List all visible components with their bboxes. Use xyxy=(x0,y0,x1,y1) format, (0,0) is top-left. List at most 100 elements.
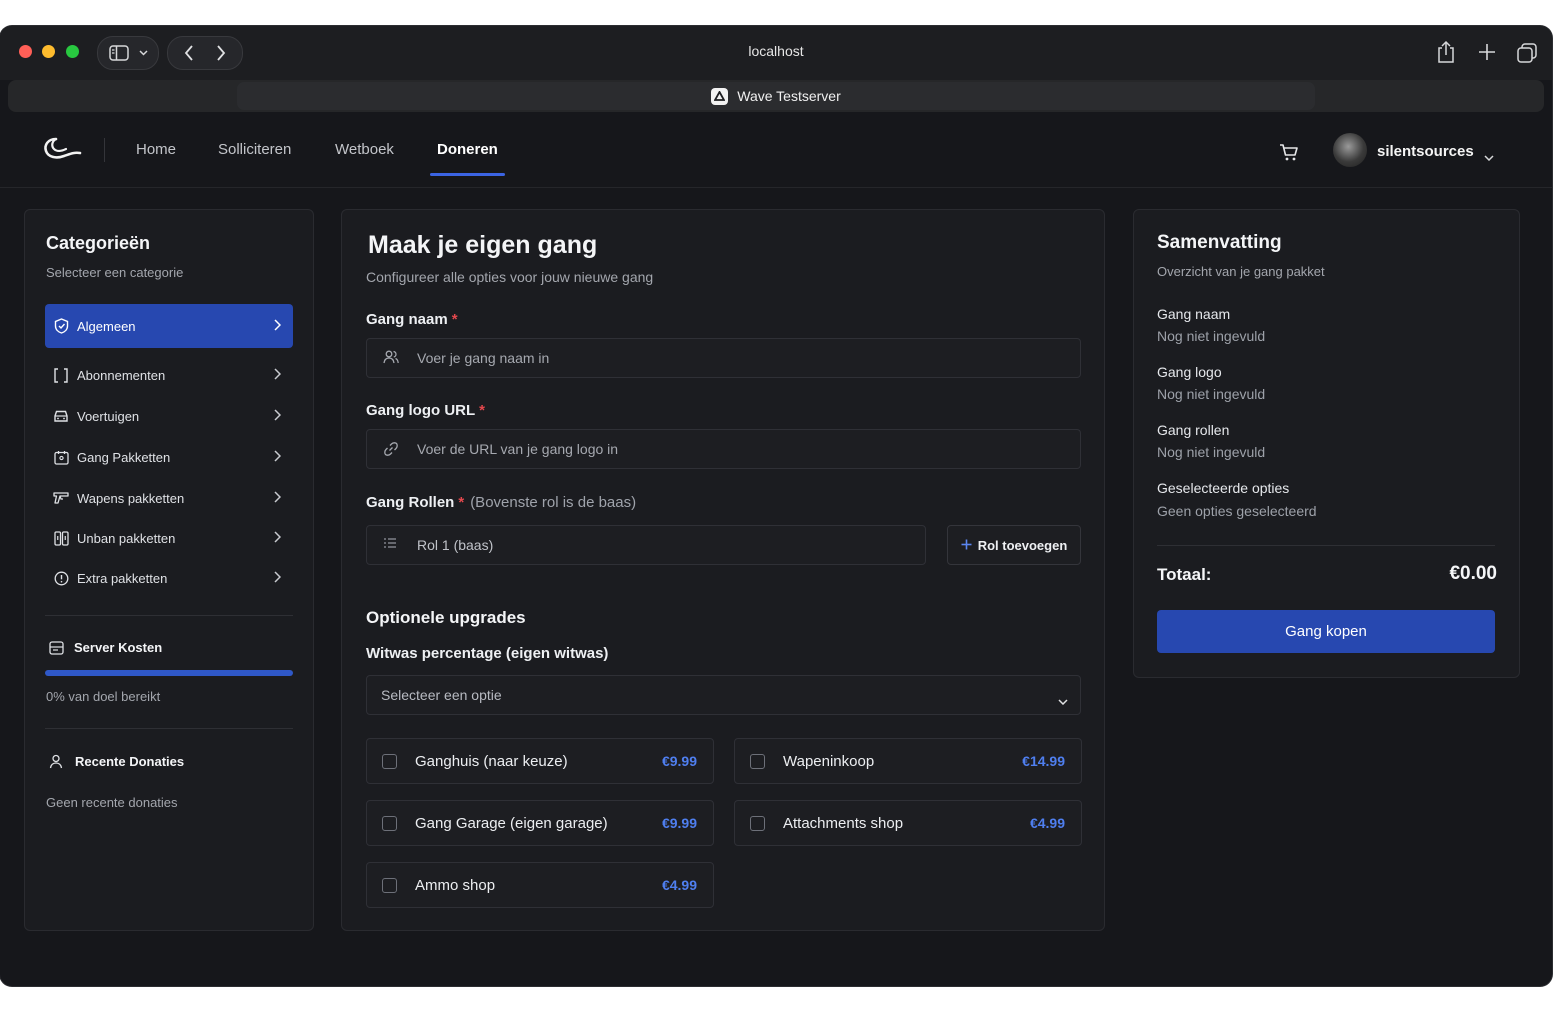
active-tab[interactable]: Wave Testserver xyxy=(237,82,1315,110)
witwas-select[interactable]: Selecteer een optie xyxy=(366,675,1081,715)
calendar-users-icon xyxy=(53,449,69,465)
gang-logo-label: Gang logo URL * xyxy=(366,402,485,419)
role-1-input[interactable]: Rol 1 (baas) xyxy=(366,525,926,565)
chevron-right-icon xyxy=(274,319,282,334)
wave-logo[interactable] xyxy=(42,136,82,162)
required-marker: * xyxy=(479,402,485,419)
category-item-abonnementen[interactable]: Abonnementen xyxy=(45,353,293,397)
option-checkbox[interactable] xyxy=(750,753,765,769)
summary-row-value: Nog niet ingevuld xyxy=(1157,328,1266,344)
category-label: Unban pakketten xyxy=(77,530,176,546)
chevron-down-icon xyxy=(1058,692,1068,708)
chevron-right-icon xyxy=(274,531,282,546)
option-checkbox[interactable] xyxy=(382,753,397,769)
avatar[interactable] xyxy=(1333,133,1367,167)
users-icon xyxy=(49,754,64,774)
nav-link-solliciteren[interactable]: Solliciteren xyxy=(218,141,291,158)
category-item-wapens-pakketten[interactable]: Wapens pakketten xyxy=(45,476,293,520)
cart-icon[interactable] xyxy=(1278,141,1300,163)
option-price: €14.99 xyxy=(1022,753,1065,769)
chevron-right-icon xyxy=(274,368,282,383)
option-ganghuis[interactable]: Ganghuis (naar keuze) €9.99 xyxy=(366,738,714,784)
option-label: Ammo shop xyxy=(415,876,496,894)
option-wapeninkoop[interactable]: Wapeninkoop €14.99 xyxy=(734,738,1082,784)
summary-row-label: Geselecteerde opties xyxy=(1157,480,1290,496)
required-marker: * xyxy=(458,494,465,511)
divider xyxy=(1157,545,1495,546)
option-price: €9.99 xyxy=(661,753,697,769)
page-subtitle: Configureer alle opties voor jouw nieuwe… xyxy=(366,269,654,285)
summary-row-value: Nog niet ingevuld xyxy=(1157,444,1266,460)
categories-panel: Categorieën Selecteer een categorie Alge… xyxy=(24,209,314,931)
option-price: €4.99 xyxy=(661,877,697,893)
chevron-right-icon xyxy=(274,450,282,465)
categories-title: Categorieën xyxy=(46,233,151,253)
unlock-box-icon xyxy=(53,530,69,546)
chevron-right-icon xyxy=(274,491,282,506)
option-ammo-shop[interactable]: Ammo shop €4.99 xyxy=(366,862,714,908)
tab-overview-icon[interactable] xyxy=(1516,42,1538,64)
link-icon xyxy=(383,441,399,457)
divider xyxy=(45,728,293,729)
total-value: €0.00 xyxy=(1449,563,1497,584)
gang-name-label-text: Gang naam xyxy=(366,311,448,328)
option-checkbox[interactable] xyxy=(382,877,397,893)
gang-name-label: Gang naam * xyxy=(366,311,458,328)
chevron-right-icon xyxy=(274,409,282,424)
new-tab-icon[interactable] xyxy=(1477,42,1497,62)
share-icon[interactable] xyxy=(1435,40,1457,64)
gun-icon xyxy=(53,490,69,506)
nav-link-wetboek[interactable]: Wetboek xyxy=(335,141,394,158)
add-role-button[interactable]: Rol toevoegen xyxy=(947,525,1081,565)
category-label: Algemeen xyxy=(77,318,136,334)
summary-row-label: Gang naam xyxy=(1157,306,1231,322)
server-costs-progress-text: 0% van doel bereikt xyxy=(46,689,161,704)
category-item-gang-pakketten[interactable]: Gang Pakketten xyxy=(45,435,293,479)
gang-logo-url-input[interactable]: Voer de URL van je gang logo in xyxy=(366,429,1081,469)
summary-subtitle: Overzicht van je gang pakket xyxy=(1157,264,1325,279)
category-label: Voertuigen xyxy=(77,408,140,424)
option-checkbox[interactable] xyxy=(750,815,765,831)
chevron-right-icon xyxy=(274,571,282,586)
option-gang-garage[interactable]: Gang Garage (eigen garage) €9.99 xyxy=(366,800,714,846)
chevron-down-icon[interactable] xyxy=(1484,148,1494,166)
optional-upgrades-title: Optionele upgrades xyxy=(366,608,526,627)
option-checkbox[interactable] xyxy=(382,815,397,831)
option-attachments-shop[interactable]: Attachments shop €4.99 xyxy=(734,800,1082,846)
server-icon xyxy=(49,641,64,660)
category-item-extra-pakketten[interactable]: Extra pakketten xyxy=(45,556,293,600)
category-item-algemeen[interactable]: Algemeen xyxy=(45,304,293,348)
favicon-icon xyxy=(711,87,729,105)
option-label: Attachments shop xyxy=(783,814,904,832)
username[interactable]: silentsources xyxy=(1377,143,1474,160)
summary-title: Samenvatting xyxy=(1157,232,1282,253)
browser-titlebar: localhost xyxy=(0,26,1552,80)
browser-window: localhost Wave Testserver Home Sollicite… xyxy=(0,26,1552,986)
option-label: Gang Garage (eigen garage) xyxy=(415,814,608,832)
category-label: Extra pakketten xyxy=(77,570,168,586)
nav-link-home[interactable]: Home xyxy=(136,141,176,158)
category-label: Gang Pakketten xyxy=(77,449,171,465)
gang-name-input[interactable]: Voer je gang naam in xyxy=(366,338,1081,378)
gang-roles-hint: (Bovenste rol is de baas) xyxy=(470,494,637,511)
buy-gang-button[interactable]: Gang kopen xyxy=(1157,610,1495,653)
category-item-voertuigen[interactable]: Voertuigen xyxy=(45,394,293,438)
gang-logo-label-text: Gang logo URL xyxy=(366,402,476,419)
page-title: Maak je eigen gang xyxy=(368,231,598,259)
divider xyxy=(45,615,293,616)
shield-icon xyxy=(53,318,69,334)
plus-icon xyxy=(961,538,972,553)
nav-divider xyxy=(104,138,105,162)
category-item-unban-pakketten[interactable]: Unban pakketten xyxy=(45,516,293,560)
tab-bar: Wave Testserver xyxy=(8,80,1544,112)
progress-fill xyxy=(45,670,293,676)
gang-roles-label-text: Gang Rollen xyxy=(366,494,455,511)
option-price: €4.99 xyxy=(1029,815,1065,831)
gang-form-panel: Maak je eigen gang Configureer alle opti… xyxy=(341,209,1105,931)
nav-link-doneren[interactable]: Doneren xyxy=(437,141,498,158)
category-label: Abonnementen xyxy=(77,367,166,383)
drag-handle-icon[interactable] xyxy=(383,537,399,553)
gang-logo-url-placeholder: Voer de URL van je gang logo in xyxy=(417,441,619,457)
address-bar[interactable]: localhost xyxy=(0,43,1552,59)
add-role-label: Rol toevoegen xyxy=(977,537,1068,553)
